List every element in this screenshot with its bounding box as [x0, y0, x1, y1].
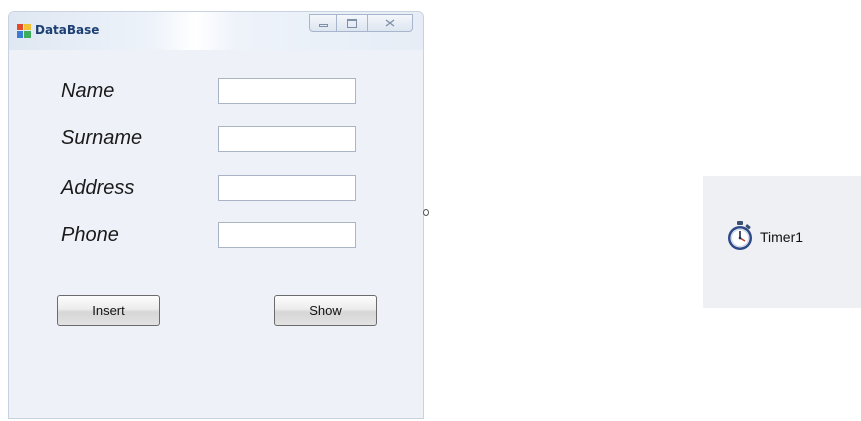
- name-label: Name: [61, 80, 115, 102]
- minimize-icon: [318, 23, 328, 27]
- show-button[interactable]: Show: [274, 295, 377, 326]
- title-bar[interactable]: DataBase: [9, 12, 423, 50]
- surname-label: Surname: [61, 127, 143, 149]
- name-input[interactable]: [218, 78, 356, 104]
- form-app-icon: [17, 24, 31, 38]
- window-title: DataBase: [35, 23, 100, 37]
- phone-input[interactable]: [218, 222, 356, 248]
- designer-surface: DataBase Name Surname Address Phone Inse…: [0, 0, 861, 421]
- maximize-icon: [347, 18, 357, 28]
- insert-button[interactable]: Insert: [57, 295, 160, 326]
- timer-label: Timer1: [760, 229, 804, 245]
- surname-input[interactable]: [218, 126, 356, 152]
- close-button[interactable]: [368, 14, 413, 32]
- close-icon: [385, 19, 395, 27]
- resize-handle[interactable]: [423, 209, 429, 216]
- caption-buttons: [309, 14, 413, 32]
- stopwatch-icon: [728, 221, 752, 250]
- form-window[interactable]: DataBase Name Surname Address Phone Inse…: [8, 11, 424, 419]
- maximize-button[interactable]: [337, 14, 368, 32]
- address-label: Address: [61, 177, 135, 199]
- address-input[interactable]: [218, 175, 356, 201]
- phone-label: Phone: [61, 224, 119, 246]
- minimize-button[interactable]: [309, 14, 337, 32]
- component-tray: Timer1: [703, 176, 861, 308]
